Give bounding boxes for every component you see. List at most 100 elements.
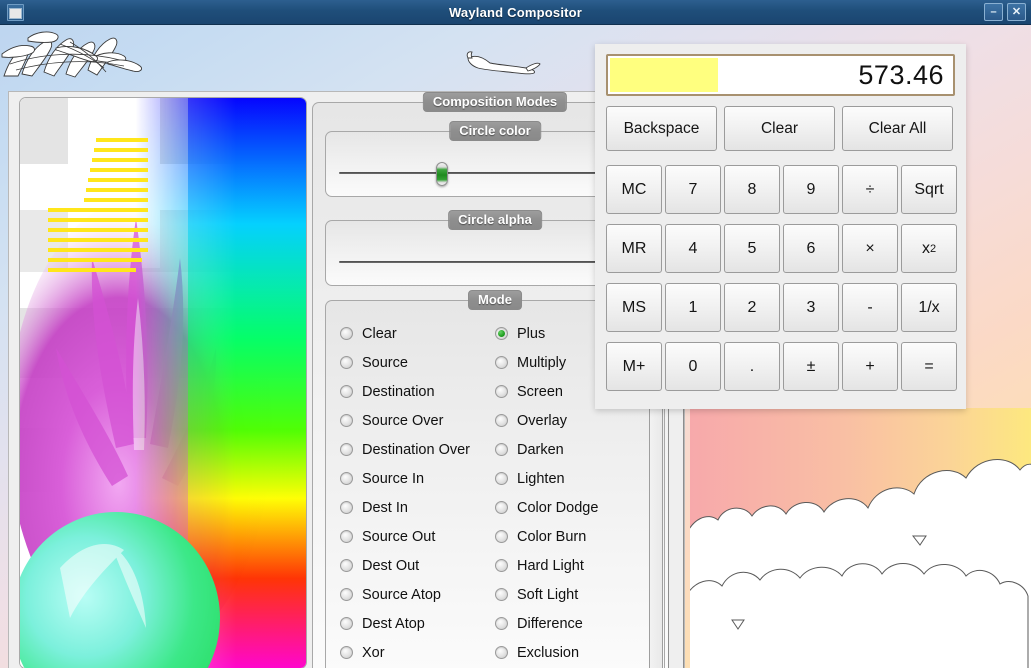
mode-radio-label: Multiply [517,355,566,371]
radio-indicator-icon [340,327,353,340]
mode-radio-lighten[interactable]: Lighten [495,464,650,493]
calculator-key-8[interactable]: 8 [724,165,780,214]
calculator-key-ms[interactable]: MS [606,283,662,332]
calculator-button-clear[interactable]: Clear [724,106,835,151]
mode-radio-xor[interactable]: Xor [340,638,495,667]
calculator-key-decimal[interactable]: . [724,342,780,391]
mode-radio-destination-over[interactable]: Destination Over [340,435,495,464]
composition-modes-window[interactable]: Composition Modes Circle color Circle al… [8,91,685,668]
calculator-key-0[interactable]: 0 [665,342,721,391]
calculator-display-selection [610,58,718,92]
mode-radio-label: Source Atop [362,587,441,603]
calculator-key-4[interactable]: 4 [665,224,721,273]
radio-indicator-icon [340,588,353,601]
window-title: Wayland Compositor [0,0,1031,25]
radio-indicator-icon [340,385,353,398]
mode-radio-exclusion[interactable]: Exclusion [495,638,650,667]
mode-radio-color-burn[interactable]: Color Burn [495,522,650,551]
radio-indicator-icon [495,472,508,485]
mode-radio-label: Dest Atop [362,616,425,632]
mode-radio-clear[interactable]: Clear [340,319,495,348]
mode-radio-label: Dest In [362,500,408,516]
calculator-key-minus[interactable]: - [842,283,898,332]
calculator-key-divide[interactable]: ÷ [842,165,898,214]
calculator-button-clear-all[interactable]: Clear All [842,106,953,151]
calculator-key-1-x[interactable]: 1/x [901,283,957,332]
calculator-key-sqrt[interactable]: Sqrt [901,165,957,214]
radio-indicator-icon [495,501,508,514]
radio-indicator-icon [495,414,508,427]
mode-title: Mode [468,290,522,310]
mode-radio-destination[interactable]: Destination [340,377,495,406]
mode-radio-source[interactable]: Source [340,348,495,377]
calculator-display[interactable]: 573.46 [606,54,955,96]
calculator-key-9[interactable]: 9 [783,165,839,214]
calculator-key-x[interactable]: x2 [901,224,957,273]
mode-left-column: Clear Source DestinationSource Over Destina… [340,319,495,664]
circle-alpha-title: Circle alpha [448,210,542,230]
wallpaper-bird-icon [462,48,542,80]
calculator-key-5[interactable]: 5 [724,224,780,273]
calculator-key-3[interactable]: 3 [783,283,839,332]
screen: Wayland Compositor – ✕ [0,0,1031,668]
close-button[interactable]: ✕ [1007,3,1026,21]
circle-color-title: Circle color [449,121,541,141]
mode-radio-source-atop[interactable]: Source Atop [340,580,495,609]
mode-radio-darken[interactable]: Darken [495,435,650,464]
mode-radio-hard-light[interactable]: Hard Light [495,551,650,580]
mode-radio-label: Dest Out [362,558,419,574]
mode-radio-source-over[interactable]: Source Over [340,406,495,435]
calculator-button-backspace[interactable]: Backspace [606,106,717,151]
radio-indicator-icon [340,646,353,659]
mode-radio-dest-atop[interactable]: Dest Atop [340,609,495,638]
radio-indicator-icon [495,559,508,572]
radio-indicator-icon [340,414,353,427]
mode-radio-label: Darken [517,442,564,458]
radio-indicator-icon [340,472,353,485]
calculator-key-2[interactable]: 2 [724,283,780,332]
calculator-key-7[interactable]: 7 [665,165,721,214]
wallpaper-clouds [690,408,1031,668]
mode-radio-source-in[interactable]: Source In [340,464,495,493]
minimize-button[interactable]: – [984,3,1003,21]
mode-radio-label: Screen [517,384,563,400]
calculator-key-multiply[interactable]: × [842,224,898,273]
mode-radio-label: Color Dodge [517,500,598,516]
mode-radio-dest-out[interactable]: Dest Out [340,551,495,580]
mode-radio-difference[interactable]: Difference [495,609,650,638]
calculator-key-plus[interactable]: + [842,342,898,391]
calculator-key-1[interactable]: 1 [665,283,721,332]
mode-radio-overlay[interactable]: Overlay [495,406,650,435]
mode-radio-dest-in[interactable]: Dest In [340,493,495,522]
calculator-key-mr[interactable]: MR [606,224,662,273]
radio-indicator-icon [495,327,508,340]
mode-radio-label: Destination Over [362,442,470,458]
window-titlebar[interactable]: Wayland Compositor – ✕ [0,0,1031,25]
calculator-key-m[interactable]: M+ [606,342,662,391]
calculator-key-mc[interactable]: MC [606,165,662,214]
mode-radio-source-out[interactable]: Source Out [340,522,495,551]
mode-radio-label: Soft Light [517,587,578,603]
mode-radio-soft-light[interactable]: Soft Light [495,580,650,609]
calculator-window[interactable]: 573.46 BackspaceClearClear All MC789÷Sqr… [595,44,966,409]
calculator-footer [595,393,966,409]
mode-radio-color-dodge[interactable]: Color Dodge [495,493,650,522]
calculator-key-equals[interactable]: = [901,342,957,391]
radio-indicator-icon [495,385,508,398]
calculator-key-plus-minus[interactable]: ± [783,342,839,391]
composition-modes-title: Composition Modes [423,92,567,112]
radio-indicator-icon [495,443,508,456]
circle-color-slider-handle[interactable] [436,162,448,186]
radio-indicator-icon [340,559,353,572]
mode-radio-label: Xor [362,645,385,661]
radio-indicator-icon [340,617,353,630]
composition-render-preview[interactable] [19,97,307,668]
mode-radio-label: Overlay [517,413,567,429]
calculator-display-value: 573.46 [718,56,953,94]
mode-radio-label: Source [362,355,408,371]
mode-radio-label: Color Burn [517,529,586,545]
mode-radio-label: Exclusion [517,645,579,661]
wallpaper-lineart-birds [0,24,200,84]
calculator-key-6[interactable]: 6 [783,224,839,273]
mode-radio-label: Lighten [517,471,565,487]
